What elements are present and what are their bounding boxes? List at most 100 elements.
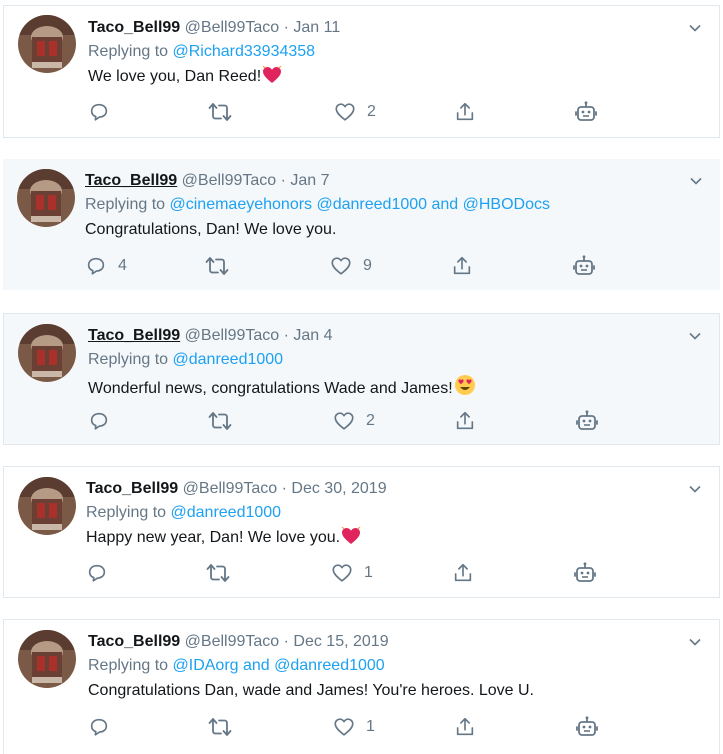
reply-button[interactable]	[88, 100, 121, 124]
tweet-actions: 2	[88, 100, 608, 126]
display-name[interactable]: Taco_Bell99	[85, 172, 177, 189]
like-button[interactable]: 1	[331, 561, 373, 585]
reply-button[interactable]	[86, 561, 119, 585]
share-button[interactable]	[454, 409, 476, 433]
analytics-button[interactable]	[572, 254, 596, 278]
mention-link[interactable]: @IDAorg and @danreed1000	[173, 657, 385, 674]
retweet-button[interactable]	[208, 715, 243, 739]
chevron-down-icon[interactable]	[687, 20, 703, 36]
mention-link[interactable]: @danreed1000	[171, 504, 282, 521]
tweet-date[interactable]: Jan 11	[293, 19, 340, 36]
display-name[interactable]: Taco_Bell99	[88, 19, 180, 36]
replying-to-label: Replying to	[88, 351, 169, 368]
retweet-button[interactable]	[205, 254, 240, 278]
mention-link[interactable]: @danreed1000	[173, 351, 284, 368]
tweet-text: Congratulations, Dan! We love you.	[85, 219, 336, 241]
like-icon	[331, 257, 351, 275]
mention-link[interactable]: @Richard33934358	[173, 43, 316, 60]
tweet-header: Taco_Bell99 @Bell99Taco · Jan 7	[85, 171, 330, 191]
analytics-button[interactable]	[573, 561, 597, 585]
tweet-text-body: Happy new year, Dan! We love you.	[86, 529, 341, 546]
tweet-text: Wonderful news, congratulations Wade and…	[88, 374, 476, 403]
tweet-date[interactable]: Jan 4	[293, 327, 332, 344]
tweet-date[interactable]: Dec 15, 2019	[293, 633, 388, 650]
tweet-actions: 2	[88, 409, 608, 435]
like-button[interactable]: 2	[334, 100, 376, 124]
share-button[interactable]	[454, 715, 476, 739]
avatar[interactable]	[18, 477, 76, 535]
tweet[interactable]: Taco_Bell99 @Bell99Taco · Dec 15, 2019 R…	[3, 619, 720, 754]
avatar[interactable]	[18, 324, 76, 382]
reply-count: 4	[118, 257, 127, 274]
reply-button[interactable]: 4	[85, 254, 127, 278]
like-button[interactable]: 2	[333, 409, 375, 433]
display-name[interactable]: Taco_Bell99	[86, 480, 178, 497]
reply-button[interactable]	[88, 715, 121, 739]
share-icon	[456, 411, 474, 430]
tweet-date[interactable]: Dec 30, 2019	[291, 480, 386, 497]
mention-link[interactable]: @cinemaeyehonors @danreed1000 and @HBODo…	[170, 196, 551, 213]
separator-dot: ·	[283, 327, 289, 344]
user-handle[interactable]: @Bell99Taco	[182, 172, 277, 189]
analytics-robot-icon	[576, 410, 598, 430]
analytics-button[interactable]	[574, 100, 598, 124]
like-count: 1	[364, 564, 373, 581]
avatar[interactable]	[17, 169, 75, 227]
like-button[interactable]: 1	[333, 715, 375, 739]
heart-emoji	[262, 65, 282, 91]
heart-eyes-emoji	[454, 374, 476, 403]
share-icon	[454, 563, 472, 582]
like-button[interactable]: 9	[330, 254, 372, 278]
avatar[interactable]	[18, 630, 76, 688]
retweet-icon	[208, 103, 232, 121]
analytics-button[interactable]	[575, 715, 599, 739]
tweet-text-body: Wonderful news, congratulations Wade and…	[88, 380, 453, 397]
tweet[interactable]: Taco_Bell99 @Bell99Taco · Jan 4 Replying…	[3, 313, 720, 445]
like-count: 1	[366, 718, 375, 735]
tweet-header: Taco_Bell99 @Bell99Taco · Dec 15, 2019	[88, 632, 389, 652]
display-name[interactable]: Taco_Bell99	[88, 633, 180, 650]
separator-dot: ·	[283, 19, 289, 36]
tweet[interactable]: Taco_Bell99 @Bell99Taco · Jan 7 Replying…	[3, 159, 720, 290]
avatar-image	[18, 324, 76, 382]
retweet-button[interactable]	[208, 409, 243, 433]
reply-icon	[90, 103, 108, 121]
avatar-image	[17, 169, 75, 227]
chevron-down-icon[interactable]	[687, 634, 703, 650]
separator-dot: ·	[281, 480, 287, 497]
chevron-down-icon[interactable]	[687, 328, 703, 344]
display-name[interactable]: Taco_Bell99	[88, 327, 180, 344]
analytics-button[interactable]	[575, 409, 599, 433]
share-button[interactable]	[452, 561, 474, 585]
avatar-image	[18, 630, 76, 688]
avatar[interactable]	[18, 15, 76, 73]
replying-to-label: Replying to	[88, 43, 169, 60]
share-button[interactable]	[451, 254, 473, 278]
chevron-down-icon[interactable]	[688, 173, 704, 189]
user-handle[interactable]: @Bell99Taco	[183, 480, 278, 497]
tweet-date[interactable]: Jan 7	[290, 172, 329, 189]
retweet-icon	[208, 718, 232, 736]
replying-to: Replying to @danreed1000	[88, 350, 283, 370]
user-handle[interactable]: @Bell99Taco	[185, 327, 280, 344]
reply-icon	[88, 564, 106, 582]
replying-to: Replying to @Richard33934358	[88, 42, 315, 62]
reply-button[interactable]	[88, 409, 121, 433]
tweet[interactable]: Taco_Bell99 @Bell99Taco · Dec 30, 2019 R…	[3, 466, 720, 598]
tweet[interactable]: Taco_Bell99 @Bell99Taco · Jan 11 Replyin…	[3, 5, 720, 138]
analytics-robot-icon	[574, 562, 596, 582]
separator-dot: ·	[280, 172, 286, 189]
user-handle[interactable]: @Bell99Taco	[185, 633, 280, 650]
replying-to-label: Replying to	[85, 196, 166, 213]
user-handle[interactable]: @Bell99Taco	[185, 19, 280, 36]
analytics-robot-icon	[576, 716, 598, 736]
retweet-button[interactable]	[206, 561, 241, 585]
tweet-text: We love you, Dan Reed!	[88, 65, 282, 91]
analytics-robot-icon	[573, 255, 595, 275]
share-button[interactable]	[454, 100, 476, 124]
avatar-image	[18, 477, 76, 535]
like-icon	[335, 103, 355, 121]
retweet-button[interactable]	[208, 100, 243, 124]
replying-to-label: Replying to	[88, 657, 169, 674]
chevron-down-icon[interactable]	[687, 481, 703, 497]
